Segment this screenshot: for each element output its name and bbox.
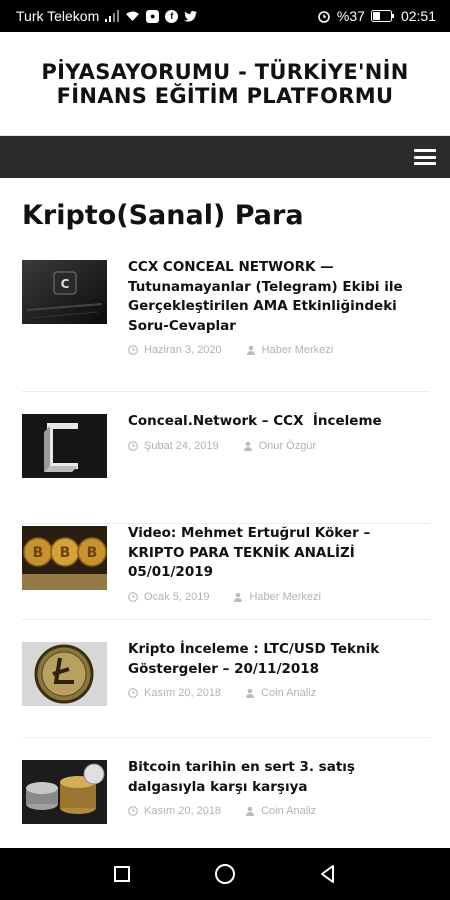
post-date: Kasım 20, 2018 [144, 687, 222, 699]
clock-icon [128, 688, 138, 698]
main-nav-bar [0, 136, 450, 178]
post-item: C CCX CONCEAL NETWORK — Tutunamayanlar (… [22, 258, 430, 392]
user-icon [245, 688, 255, 698]
post-thumbnail[interactable] [22, 760, 107, 824]
post-date: Şubat 24, 2019 [144, 439, 219, 452]
facebook-icon: f [165, 9, 179, 23]
back-button[interactable] [314, 860, 342, 888]
back-triangle-icon [321, 865, 335, 883]
post-author[interactable]: Onur Özgür [259, 440, 316, 452]
battery-percent: %37 [336, 8, 365, 24]
post-thumbnail[interactable]: C [22, 260, 107, 324]
post-meta: Şubat 24, 2019 Onur Özgür [128, 440, 430, 452]
post-meta: Haziran 3, 2020 Haber Merkezi [128, 344, 430, 356]
system-nav-bar [0, 848, 450, 900]
post-item: B B B Video: Mehmet Ertuğrul Köker – KRI… [22, 524, 430, 620]
home-circle-icon [214, 864, 235, 884]
post-body: Bitcoin tarihin en sert 3. satış dalgası… [128, 758, 430, 817]
post-author[interactable]: Coin Analiz [261, 687, 316, 699]
app-icon: ● [146, 9, 160, 23]
post-date: Kasım 20, 2018 [144, 805, 222, 817]
post-item: Bitcoin tarihin en sert 3. satış dalgası… [22, 758, 430, 848]
svg-text:B: B [60, 545, 71, 561]
post-thumbnail[interactable] [22, 414, 107, 478]
post-body: Kripto İnceleme : LTC/USD Teknik Gösterg… [128, 640, 430, 699]
clock-icon [128, 591, 138, 602]
site-title-line1: PİYASAYORUMU - TÜRKİYE'NİN [41, 59, 409, 84]
carrier-name: Turk Telekom [16, 8, 100, 24]
post-thumbnail[interactable]: B B B [22, 526, 107, 590]
recents-square-icon [113, 866, 130, 882]
alarm-icon [317, 9, 331, 23]
site-title-line2: FİNANS EĞİTİM PLATFORMU [56, 83, 394, 108]
clock-icon [128, 345, 138, 355]
post-meta: Kasım 20, 2018 Coin Analiz [128, 805, 430, 817]
user-icon [245, 806, 255, 816]
post-item: Kripto İnceleme : LTC/USD Teknik Gösterg… [22, 640, 430, 738]
battery-icon [370, 10, 395, 22]
site-header: PİYASAYORUMU - TÜRKİYE'NİN FİNANS EĞİTİM… [0, 32, 450, 136]
clock-icon [128, 806, 138, 816]
post-title-link[interactable]: Video: Mehmet Ertuğrul Köker – KRIPTO PA… [128, 524, 430, 583]
status-bar: Turk Telekom ● f %37 02:51 [0, 0, 450, 32]
svg-text:B: B [33, 545, 44, 561]
post-author[interactable]: Coin Analiz [261, 805, 316, 817]
recents-button[interactable] [108, 860, 136, 888]
post-body: CCX CONCEAL NETWORK — Tutunamayanlar (Te… [128, 258, 430, 356]
site-title-link[interactable]: PİYASAYORUMU - TÜRKİYE'NİN FİNANS EĞİTİM… [20, 60, 430, 108]
post-meta: Kasım 20, 2018 Coin Analiz [128, 687, 430, 699]
post-title-link[interactable]: Bitcoin tarihin en sert 3. satış dalgası… [128, 758, 430, 797]
home-button[interactable] [211, 860, 239, 888]
post-body: Video: Mehmet Ertuğrul Köker – KRIPTO PA… [128, 524, 430, 603]
post-item: Conceal.Network – CCX İnceleme Şubat 24,… [22, 412, 430, 524]
twitter-icon [184, 10, 198, 22]
post-thumbnail[interactable] [22, 642, 107, 706]
user-icon [243, 441, 253, 451]
svg-text:C: C [61, 277, 70, 291]
post-title-link[interactable]: Conceal.Network – CCX İnceleme [128, 412, 430, 432]
post-meta: Ocak 5, 2019 Haber Merkezi [128, 591, 430, 603]
post-date: Ocak 5, 2019 [144, 590, 210, 603]
clock-time: 02:51 [400, 8, 436, 24]
signal-icon [105, 10, 120, 22]
hamburger-menu-icon[interactable] [414, 149, 436, 165]
svg-text:B: B [87, 545, 98, 561]
post-date: Haziran 3, 2020 [144, 344, 222, 356]
wifi-icon [125, 10, 140, 22]
post-author[interactable]: Haber Merkezi [262, 344, 334, 356]
user-icon [246, 345, 256, 355]
post-author[interactable]: Haber Merkezi [249, 591, 321, 603]
clock-icon [128, 440, 138, 451]
post-body: Conceal.Network – CCX İnceleme Şubat 24,… [128, 412, 430, 452]
post-title-link[interactable]: Kripto İnceleme : LTC/USD Teknik Gösterg… [128, 640, 430, 679]
page-title: Kripto(Sanal) Para [22, 200, 304, 231]
user-icon [233, 592, 243, 602]
post-title-link[interactable]: CCX CONCEAL NETWORK — Tutunamayanlar (Te… [128, 258, 430, 336]
